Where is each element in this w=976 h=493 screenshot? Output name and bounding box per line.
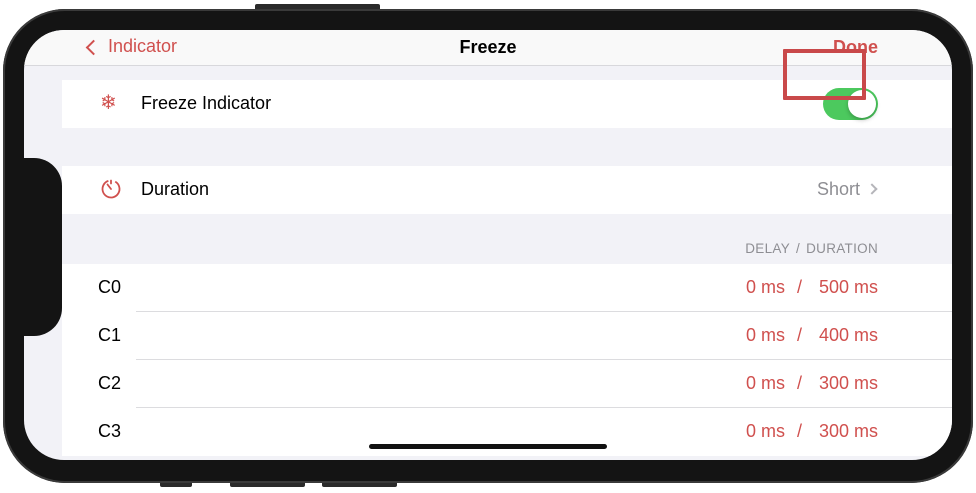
snowflake-icon: ❄ [100, 92, 117, 114]
duration-header: DURATION [806, 241, 878, 256]
channel-slash: / [796, 277, 802, 297]
chevron-right-icon [866, 183, 878, 195]
freeze-indicator-label: Freeze Indicator [141, 93, 272, 113]
channel-slash: / [796, 325, 802, 345]
duration-label: Duration [141, 179, 210, 199]
channel-duration: 500 ms [818, 277, 878, 297]
delay-header: DELAY [745, 241, 791, 256]
channel-name: C3 [98, 421, 122, 441]
duration-value: Short [816, 179, 860, 199]
channel-delay: 0 ms [745, 421, 785, 441]
channel-delay: 0 ms [745, 277, 785, 297]
channel-row[interactable]: C0 0 ms / 500 ms [62, 264, 952, 312]
channel-name: C0 [98, 277, 122, 297]
channel-row[interactable]: C2 0 ms / 300 ms [62, 360, 952, 408]
home-indicator[interactable] [369, 444, 607, 449]
channel-duration: 300 ms [818, 421, 878, 441]
channel-duration: 400 ms [818, 325, 878, 345]
channel-delay: 0 ms [745, 325, 785, 345]
toggle-highlight-box [783, 49, 866, 100]
section-header: DELAY / DURATION [745, 241, 878, 256]
channel-name: C2 [98, 373, 122, 393]
channel-row[interactable]: C1 0 ms / 400 ms [62, 312, 952, 360]
camera-notch [24, 158, 62, 336]
timer-icon [100, 178, 122, 200]
channel-slash: / [796, 373, 802, 393]
channel-slash: / [796, 421, 802, 441]
header-separator: / [796, 241, 801, 256]
channel-name: C1 [98, 325, 122, 345]
channel-duration: 300 ms [818, 373, 878, 393]
duration-row[interactable]: Duration Short [62, 166, 952, 214]
channel-delay: 0 ms [745, 373, 785, 393]
